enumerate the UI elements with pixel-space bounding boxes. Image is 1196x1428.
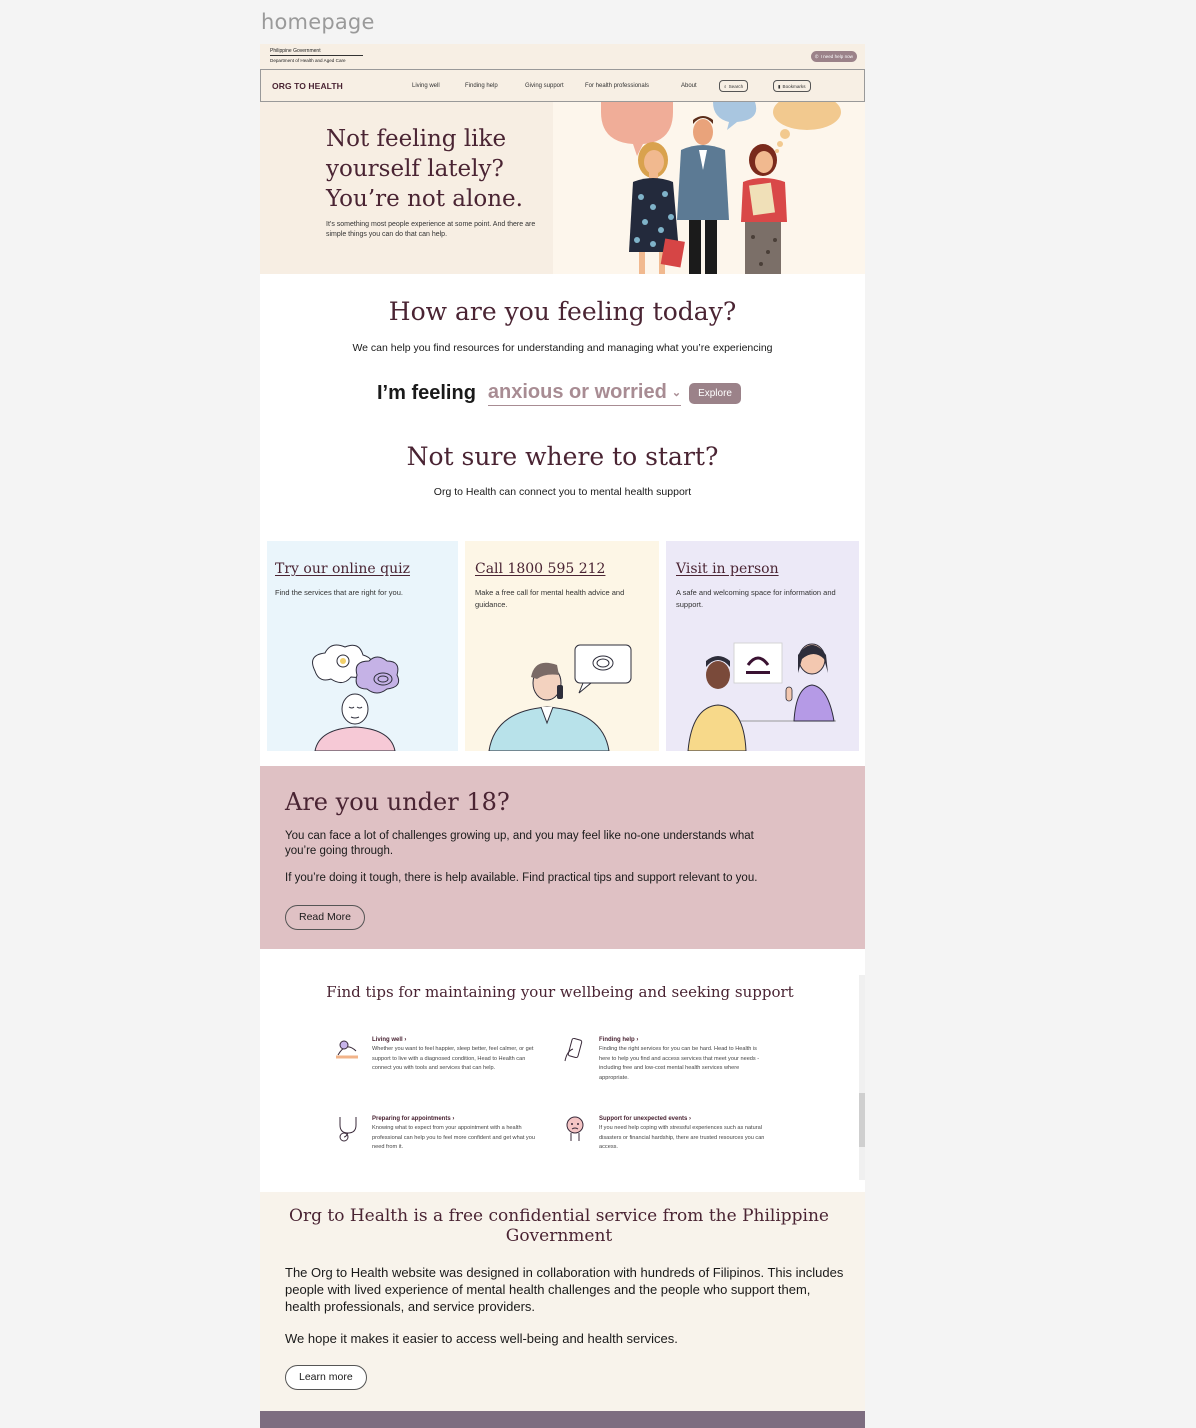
feeling-selected-value: anxious or worried [487, 380, 667, 403]
under-18-section: Are you under 18? You can face a lot of … [260, 766, 865, 949]
search-button[interactable]: ⌕ Search [719, 80, 749, 92]
phone-hand-icon [564, 1037, 583, 1062]
tip-finding-help-title[interactable]: Finding help [599, 1037, 635, 1043]
tip-preparing-body: Knowing what to expect from your appoint… [372, 1125, 535, 1150]
tip-finding-help-body: Finding the right services for you can b… [599, 1046, 760, 1081]
department-name: Department of Health and Aged Care [270, 58, 346, 63]
help-now-button[interactable]: ✆ I need help now [810, 51, 857, 62]
feeling-prefix: I’m feeling [377, 381, 476, 404]
chevron-right-icon: › [404, 1037, 407, 1043]
card-visit-title[interactable]: Visit in person [676, 561, 779, 577]
canvas-label: homepage [261, 10, 375, 34]
worried-face-icon [566, 1116, 584, 1141]
free-service-section: Org to Health is a free confidential ser… [260, 1192, 865, 1411]
government-name: Philippine Government [270, 48, 363, 56]
main-navigation: ORG TO HEALTH Living well Finding help G… [260, 69, 865, 102]
card-call-title[interactable]: Call 1800 595 212 [475, 561, 605, 577]
search-icon: ⌕ [724, 83, 727, 89]
tips-scrollbar-track[interactable] [859, 975, 865, 1180]
search-label: Search [728, 83, 744, 89]
feeling-title: How are you feeling today? [388, 297, 737, 326]
help-now-label: I need help now [820, 54, 853, 59]
stethoscope-icon [339, 1117, 357, 1142]
nav-about[interactable]: About [681, 83, 697, 89]
nav-health-professionals[interactable]: For health professionals [585, 83, 649, 89]
nav-living-well[interactable]: Living well [412, 83, 440, 89]
tip-living-well-title[interactable]: Living well [372, 1037, 403, 1043]
hero-section: Not feeling like yourself lately? You’re… [260, 94, 865, 274]
bookmarks-label: Bookmarks [782, 83, 806, 89]
card-quiz-desc: Find the services that are right for you… [275, 588, 403, 597]
quiz-illustration [312, 644, 400, 751]
tip-preparing-title[interactable]: Preparing for appointments [372, 1116, 451, 1122]
chevron-right-icon: › [636, 1037, 639, 1043]
tip-preparing-appointments[interactable]: Preparing for appointments › Knowing wha… [372, 1116, 542, 1153]
tip-unexpected-title[interactable]: Support for unexpected events [599, 1116, 687, 1122]
tip-living-well-body: Whether you want to feel happier, sleep … [372, 1046, 534, 1071]
tips-section: Find tips for maintaining your wellbeing… [260, 949, 865, 1180]
under-18-paragraph-1: You can face a lot of challenges growing… [285, 830, 754, 857]
bookmarks-button[interactable]: ▮ Bookmarks [773, 80, 811, 92]
nav-giving-support[interactable]: Giving support [525, 83, 564, 89]
bookmark-icon: ▮ [778, 83, 781, 89]
tip-living-well[interactable]: Living well › Whether you want to feel h… [372, 1037, 542, 1074]
person-relaxing-icon [336, 1040, 358, 1059]
nav-finding-help[interactable]: Finding help [465, 83, 498, 89]
free-service-paragraph-2: We hope it makes it easier to access wel… [285, 1331, 678, 1346]
hero-title: Not feeling like yourself lately? You’re… [326, 126, 523, 212]
explore-button[interactable]: Explore [689, 382, 741, 404]
tip-unexpected-events[interactable]: Support for unexpected events › If you n… [599, 1116, 769, 1153]
card-call[interactable]: Call 1800 595 212 Make a free call for m… [465, 541, 659, 751]
card-visit[interactable]: Visit in person A safe and welcoming spa… [666, 541, 859, 751]
government-bar: Philippine Government Department of Heal… [260, 44, 865, 69]
under-18-title: Are you under 18? [285, 788, 510, 816]
site-logo[interactable]: ORG TO HEALTH [272, 81, 343, 91]
tip-unexpected-body: If you need help coping with stressful e… [599, 1125, 765, 1150]
call-illustration [488, 644, 632, 751]
chevron-right-icon: › [452, 1116, 455, 1122]
homepage-frame: Philippine Government Department of Heal… [260, 44, 865, 1428]
hero-illustration [553, 94, 865, 274]
hero-text-panel: Not feeling like yourself lately? You’re… [260, 102, 553, 274]
feeling-dropdown[interactable]: anxious or worried ⌄ [487, 380, 682, 406]
tip-finding-help[interactable]: Finding help › Finding the right service… [599, 1037, 769, 1083]
visit-illustration [687, 642, 836, 751]
card-call-desc: Make a free call for mental health advic… [475, 588, 625, 609]
card-quiz-title[interactable]: Try our online quiz [275, 561, 410, 577]
free-service-paragraph-1: The Org to Health website was designed i… [285, 1265, 844, 1314]
card-online-quiz[interactable]: Try our online quiz Find the services th… [267, 541, 458, 751]
feeling-subtitle: We can help you find resources for under… [352, 342, 773, 354]
tips-title: Find tips for maintaining your wellbeing… [326, 983, 794, 1001]
chevron-right-icon: › [689, 1116, 692, 1122]
start-title: Not sure where to start? [406, 442, 719, 471]
footer-bar [260, 1411, 865, 1428]
start-subtitle: Org to Health can connect you to mental … [433, 486, 692, 498]
hero-subtitle: It’s something most people experience at… [326, 221, 536, 238]
free-service-title: Org to Health is a free confidential ser… [289, 1206, 829, 1246]
feeling-selector-row: I’m feeling anxious or worried ⌄ Explore [377, 378, 741, 408]
learn-more-button[interactable]: Learn more [285, 1365, 367, 1390]
under-18-paragraph-2: If you’re doing it tough, there is help … [285, 872, 758, 884]
tips-scrollbar-thumb[interactable] [859, 1093, 865, 1147]
phone-icon: ✆ [814, 54, 819, 59]
chevron-down-icon: ⌄ [671, 386, 682, 399]
read-more-button[interactable]: Read More [285, 905, 365, 930]
card-visit-desc: A safe and welcoming space for informati… [676, 588, 836, 609]
